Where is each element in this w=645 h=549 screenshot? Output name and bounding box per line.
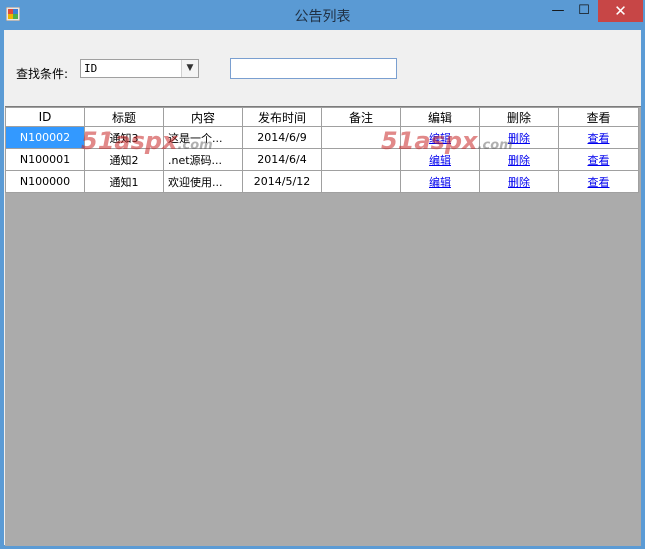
cell-id[interactable]: N100002 bbox=[5, 126, 85, 149]
filter-field-select[interactable]: ID ▼ bbox=[80, 59, 199, 78]
edit-link[interactable]: 编辑 bbox=[429, 132, 451, 145]
column-header-delete[interactable]: 删除 bbox=[479, 107, 559, 127]
cell-content[interactable]: 这是一个... bbox=[163, 126, 243, 149]
cell-edit[interactable]: 编辑 bbox=[400, 148, 480, 171]
cell-edit[interactable]: 编辑 bbox=[400, 126, 480, 149]
cell-edit[interactable]: 编辑 bbox=[400, 170, 480, 193]
notice-table: ID 标题 内容 发布时间 备注 编辑 删除 查看 N100002 通知3 这是 bbox=[5, 107, 639, 193]
cell-title[interactable]: 通知2 bbox=[84, 148, 164, 171]
notice-grid[interactable]: ID 标题 内容 发布时间 备注 编辑 删除 查看 N100002 通知3 这是 bbox=[5, 106, 641, 546]
cell-id[interactable]: N100000 bbox=[5, 170, 85, 193]
chevron-down-icon[interactable]: ▼ bbox=[181, 60, 198, 77]
delete-link[interactable]: 删除 bbox=[508, 132, 530, 145]
maximize-button[interactable]: ☐ bbox=[571, 0, 597, 22]
header-row: ID 标题 内容 发布时间 备注 编辑 删除 查看 bbox=[5, 107, 639, 127]
search-input[interactable] bbox=[230, 58, 397, 79]
delete-link[interactable]: 删除 bbox=[508, 176, 530, 189]
cell-title[interactable]: 通知3 bbox=[84, 126, 164, 149]
cell-date[interactable]: 2014/6/9 bbox=[242, 126, 322, 149]
cell-view[interactable]: 查看 bbox=[558, 126, 639, 149]
column-header-id[interactable]: ID bbox=[5, 107, 85, 127]
view-link[interactable]: 查看 bbox=[588, 132, 610, 145]
column-header-edit[interactable]: 编辑 bbox=[400, 107, 480, 127]
edit-link[interactable]: 编辑 bbox=[429, 154, 451, 167]
cell-note[interactable] bbox=[321, 148, 401, 171]
cell-id[interactable]: N100001 bbox=[5, 148, 85, 171]
cell-title[interactable]: 通知1 bbox=[84, 170, 164, 193]
column-header-note[interactable]: 备注 bbox=[321, 107, 401, 127]
cell-content[interactable]: 欢迎使用... bbox=[163, 170, 243, 193]
cell-date[interactable]: 2014/6/4 bbox=[242, 148, 322, 171]
column-header-content[interactable]: 内容 bbox=[163, 107, 243, 127]
view-link[interactable]: 查看 bbox=[588, 176, 610, 189]
view-link[interactable]: 查看 bbox=[588, 154, 610, 167]
form-client-area: 查找条件: ID ▼ ID 标题 内容 发布时间 备注 编辑 删除 查看 N10… bbox=[4, 30, 641, 546]
cell-view[interactable]: 查看 bbox=[558, 148, 639, 171]
table-row[interactable]: N100001 通知2 .net源码... 2014/6/4 编辑 删除 查看 bbox=[5, 148, 639, 171]
cell-view[interactable]: 查看 bbox=[558, 170, 639, 193]
cell-delete[interactable]: 删除 bbox=[479, 148, 559, 171]
cell-note[interactable] bbox=[321, 170, 401, 193]
delete-link[interactable]: 删除 bbox=[508, 154, 530, 167]
app-window: 公告列表 — ☐ ✕ 查找条件: ID ▼ ID 标题 内容 发布时间 备注 编… bbox=[0, 0, 645, 549]
column-header-title[interactable]: 标题 bbox=[84, 107, 164, 127]
title-bar[interactable]: 公告列表 — ☐ ✕ bbox=[0, 0, 645, 30]
column-header-view[interactable]: 查看 bbox=[558, 107, 639, 127]
cell-date[interactable]: 2014/5/12 bbox=[242, 170, 322, 193]
minimize-button[interactable]: — bbox=[545, 0, 571, 22]
column-header-date[interactable]: 发布时间 bbox=[242, 107, 322, 127]
cell-note[interactable] bbox=[321, 126, 401, 149]
cell-delete[interactable]: 删除 bbox=[479, 126, 559, 149]
filter-label: 查找条件: bbox=[16, 67, 69, 81]
cell-content[interactable]: .net源码... bbox=[163, 148, 243, 171]
table-row[interactable]: N100000 通知1 欢迎使用... 2014/5/12 编辑 删除 查看 bbox=[5, 170, 639, 193]
close-button[interactable]: ✕ bbox=[598, 0, 643, 22]
table-row[interactable]: N100002 通知3 这是一个... 2014/6/9 编辑 删除 查看 bbox=[5, 126, 639, 149]
edit-link[interactable]: 编辑 bbox=[429, 176, 451, 189]
cell-delete[interactable]: 删除 bbox=[479, 170, 559, 193]
filter-field-value: ID bbox=[84, 62, 98, 75]
